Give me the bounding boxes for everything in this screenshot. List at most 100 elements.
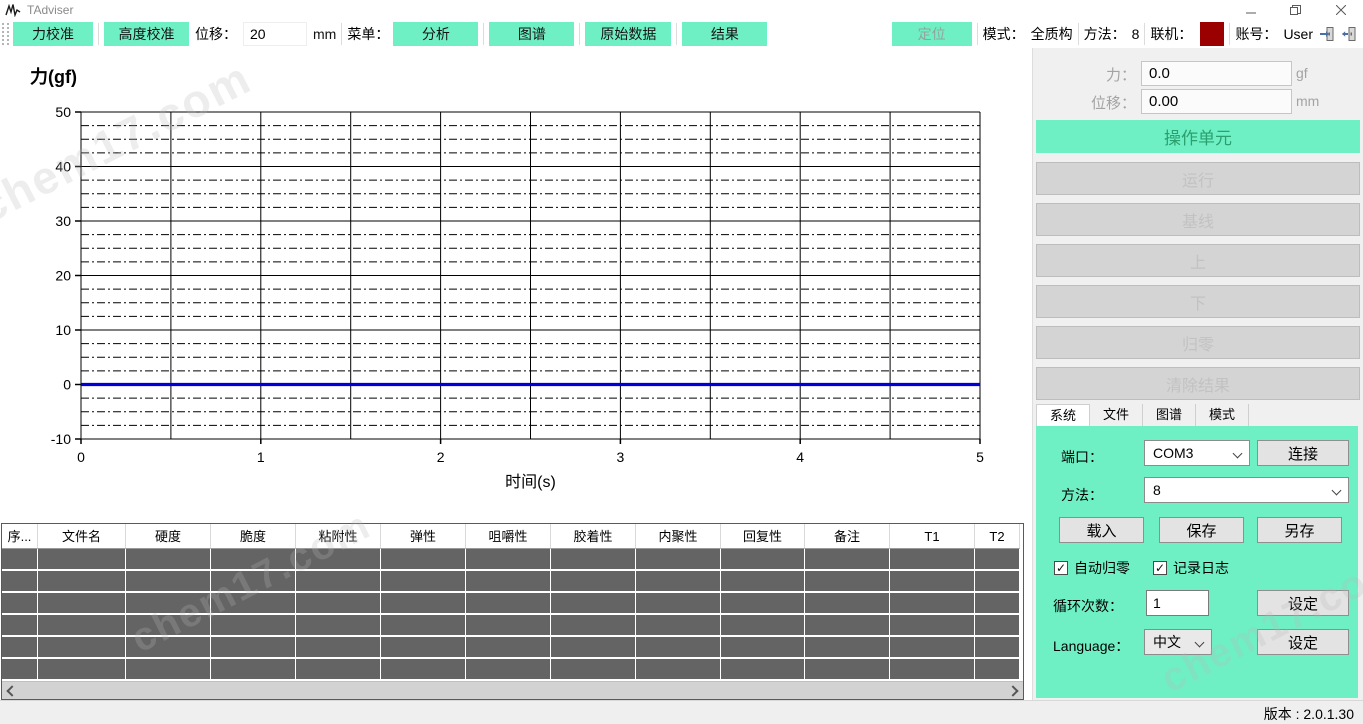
table-row[interactable] (2, 549, 1023, 571)
locate-button[interactable]: 定位 (892, 22, 972, 46)
table-cell (890, 659, 975, 681)
table-cell (551, 549, 636, 571)
tab-graph[interactable]: 图谱 (1143, 404, 1196, 426)
check-icon: ✓ (1056, 562, 1066, 574)
table-header-chewiness[interactable]: 咀嚼性 (466, 524, 551, 549)
table-cell (38, 615, 126, 637)
graph-button[interactable]: 图谱 (489, 22, 574, 46)
cycles-input[interactable] (1146, 590, 1209, 616)
separator (341, 23, 342, 45)
table-cell (721, 549, 805, 571)
force-calibration-button[interactable]: 力校准 (13, 22, 93, 46)
tab-mode[interactable]: 模式 (1196, 404, 1249, 426)
svg-text:2: 2 (437, 449, 445, 465)
table-cell (38, 593, 126, 615)
displacement-unit: mm (1296, 93, 1319, 109)
table-header-adhesiveness[interactable]: 粘附性 (296, 524, 381, 549)
table-cell (636, 615, 721, 637)
menu-label: 菜单： (347, 24, 389, 44)
operate-unit-button[interactable]: 操作单元 (1036, 120, 1360, 153)
svg-text:-10: -10 (51, 431, 71, 447)
status-bar: 版本 : 2.0.1.30 (0, 700, 1363, 724)
table-row[interactable] (2, 659, 1023, 681)
table-cell (890, 593, 975, 615)
tab-system[interactable]: 系统 (1036, 404, 1090, 426)
check-icon: ✓ (1155, 562, 1165, 574)
mode-label: 模式： (983, 24, 1025, 44)
results-button[interactable]: 结果 (682, 22, 767, 46)
table-header-t1[interactable]: T1 (890, 524, 975, 549)
close-button[interactable] (1318, 0, 1363, 20)
system-panel: 端口： COM3 连接 方法： 8 载入 保存 另存 ✓ 自动归零 ✓ 记录日志… (1036, 426, 1358, 698)
analyze-button[interactable]: 分析 (393, 22, 478, 46)
table-header-springiness[interactable]: 弹性 (381, 524, 466, 549)
method-select[interactable]: 8 (1144, 477, 1349, 503)
chevron-down-icon (1332, 486, 1342, 496)
toolbar-grip[interactable] (2, 23, 9, 45)
displacement-unit: mm (313, 26, 336, 42)
table-row[interactable] (2, 571, 1023, 593)
load-button[interactable]: 载入 (1059, 517, 1144, 543)
save-button[interactable]: 保存 (1159, 517, 1244, 543)
table-cell (38, 571, 126, 593)
sidebar-tabs: 系统文件图谱模式 (1036, 404, 1249, 426)
table-cell (636, 571, 721, 593)
account-value: User (1283, 26, 1313, 42)
set-cycles-button[interactable]: 设定 (1257, 590, 1349, 616)
up-button[interactable]: 上 (1036, 244, 1360, 277)
table-cell (805, 615, 890, 637)
table-cell (381, 637, 466, 659)
table-cell (636, 659, 721, 681)
logout-icon[interactable] (1341, 26, 1357, 42)
svg-text:3: 3 (617, 449, 625, 465)
table-header-t2[interactable]: T2 (975, 524, 1020, 549)
raw-data-button[interactable]: 原始数据 (585, 22, 671, 46)
table-row[interactable] (2, 593, 1023, 615)
table-row[interactable] (2, 615, 1023, 637)
down-button[interactable]: 下 (1036, 285, 1360, 318)
main-area: 50403020100-10012345力(gf)时间(s) 序...文件名硬度… (0, 48, 1032, 700)
connect-button[interactable]: 连接 (1257, 440, 1349, 466)
login-icon[interactable] (1319, 26, 1335, 42)
scroll-left-arrow[interactable] (2, 682, 22, 699)
table-row[interactable] (2, 637, 1023, 659)
language-select[interactable]: 中文 (1144, 629, 1212, 655)
table-cell (975, 571, 1020, 593)
table-cell (551, 659, 636, 681)
table-header-fracturability[interactable]: 脆度 (211, 524, 296, 549)
table-header-index[interactable]: 序... (2, 524, 38, 549)
table-header-cohesiveness[interactable]: 内聚性 (636, 524, 721, 549)
method-panel-value: 8 (1153, 482, 1161, 498)
restore-button[interactable] (1273, 0, 1318, 20)
baseline-button[interactable]: 基线 (1036, 203, 1360, 236)
displacement-readout-input[interactable] (1141, 89, 1292, 114)
table-cell (296, 659, 381, 681)
clear-results-button[interactable]: 清除结果 (1036, 367, 1360, 400)
set-language-button[interactable]: 设定 (1257, 629, 1349, 655)
minimize-button[interactable] (1228, 0, 1273, 20)
svg-text:30: 30 (55, 213, 71, 229)
zero-button[interactable]: 归零 (1036, 326, 1360, 359)
tab-file[interactable]: 文件 (1090, 404, 1143, 426)
port-value: COM3 (1153, 445, 1193, 461)
displacement-input[interactable] (243, 22, 307, 46)
table-cell (805, 593, 890, 615)
save-as-button[interactable]: 另存 (1257, 517, 1342, 543)
height-calibration-button[interactable]: 高度校准 (104, 22, 189, 46)
table-header-note[interactable]: 备注 (805, 524, 890, 549)
table-header-filename[interactable]: 文件名 (38, 524, 126, 549)
force-readout-input[interactable] (1141, 61, 1292, 86)
separator (977, 23, 978, 45)
table-header-hardness[interactable]: 硬度 (126, 524, 211, 549)
log-checkbox[interactable]: ✓ (1153, 561, 1167, 575)
table-cell (890, 571, 975, 593)
auto-zero-label: 自动归零 (1074, 558, 1130, 578)
run-button[interactable]: 运行 (1036, 162, 1360, 195)
table-horizontal-scrollbar[interactable] (2, 681, 1023, 699)
port-select[interactable]: COM3 (1144, 440, 1250, 466)
scroll-right-arrow[interactable] (1003, 682, 1023, 699)
table-header-gumminess[interactable]: 胶着性 (551, 524, 636, 549)
auto-zero-checkbox[interactable]: ✓ (1054, 561, 1068, 575)
table-cell (38, 549, 126, 571)
table-header-resilience[interactable]: 回复性 (721, 524, 805, 549)
